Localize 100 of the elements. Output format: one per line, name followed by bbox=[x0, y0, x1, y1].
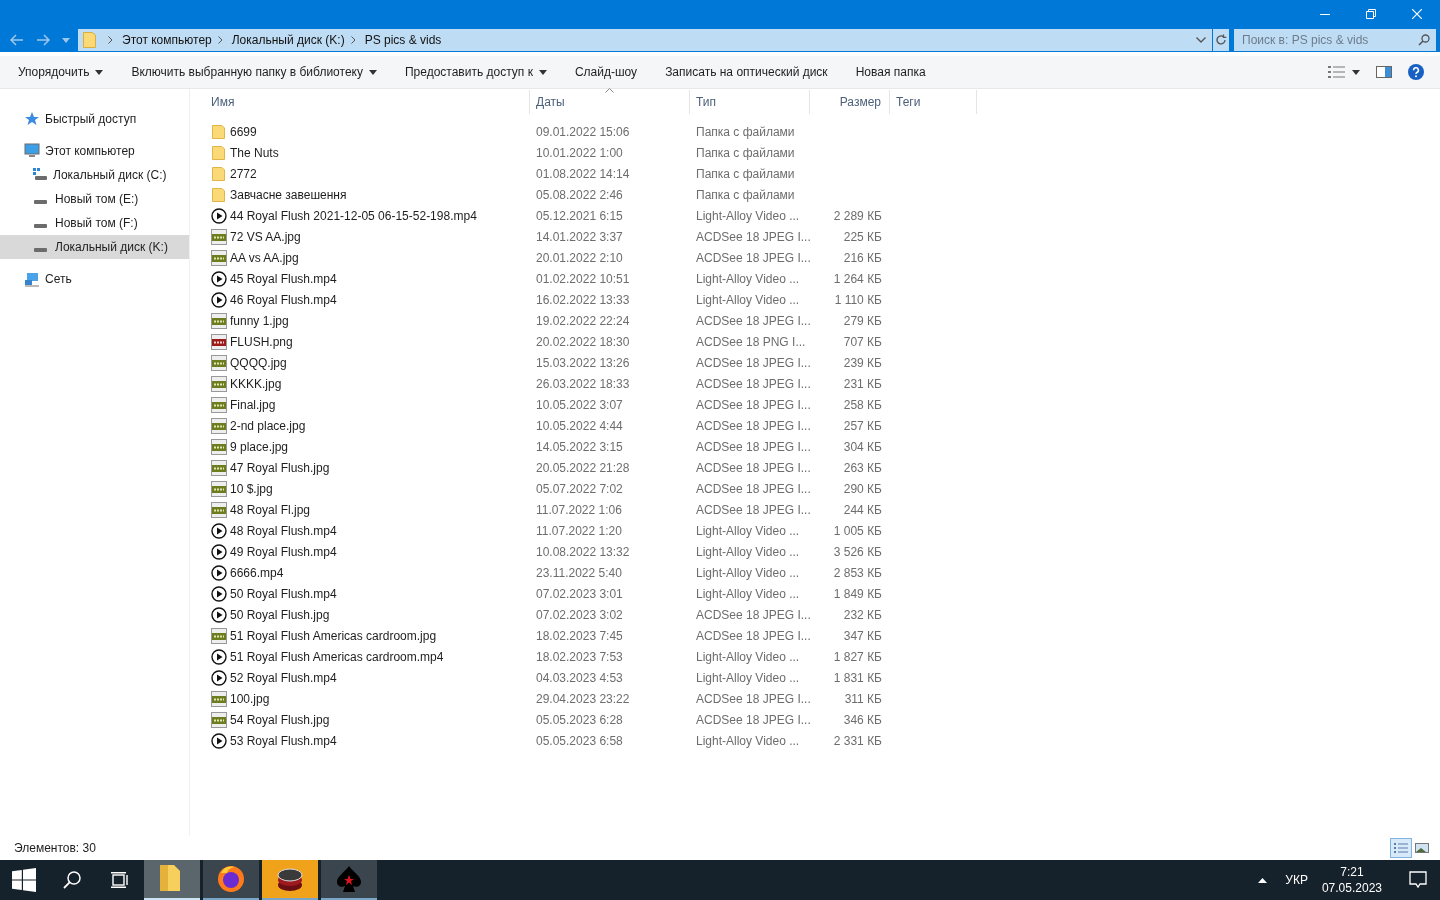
type-cell-text: Light-Alloy Video ... bbox=[695, 270, 801, 288]
file-name[interactable]: Завчасне завешення bbox=[230, 187, 347, 202]
column-header[interactable]: Даты bbox=[530, 90, 690, 114]
refresh-icon[interactable] bbox=[1215, 34, 1227, 46]
file-name[interactable]: 52 Royal Flush.mp4 bbox=[230, 670, 337, 685]
search-icon[interactable] bbox=[63, 871, 81, 889]
drive-icon bbox=[34, 224, 47, 228]
navigation-item[interactable]: Этот компьютер bbox=[0, 139, 189, 163]
file-name[interactable]: The Nuts bbox=[230, 145, 279, 160]
file-name[interactable]: 45 Royal Flush.mp4 bbox=[230, 271, 337, 286]
folder-icon bbox=[211, 144, 227, 161]
date-cell-text: 04.03.2023 4:53 bbox=[535, 669, 624, 687]
toolbar-button[interactable]: Новая папка bbox=[845, 61, 936, 83]
taskbar-button[interactable] bbox=[321, 860, 377, 900]
file-name[interactable]: 54 Royal Flush.jpg bbox=[230, 712, 330, 727]
date-cell-text: 10.08.2022 13:32 bbox=[535, 543, 631, 561]
file-name[interactable]: 51 Royal Flush Americas cardroom.mp4 bbox=[230, 649, 444, 664]
date-cell-text: 26.03.2022 18:33 bbox=[535, 375, 631, 393]
close-icon[interactable] bbox=[1412, 9, 1422, 19]
caret-icon[interactable] bbox=[62, 37, 70, 43]
type-cell-text: ACDSee 18 JPEG I... bbox=[695, 438, 810, 456]
file-name[interactable]: 6666.mp4 bbox=[230, 565, 284, 580]
date-cell-text: 11.07.2022 1:20 bbox=[535, 522, 623, 540]
column-header[interactable]: Теги bbox=[890, 90, 977, 114]
toolbar-button[interactable]: Предоставить доступ к bbox=[394, 61, 557, 83]
breadcrumb-item[interactable]: PS pics & vids bbox=[364, 33, 442, 47]
navigation-item[interactable]: Новый том (F:) bbox=[0, 211, 189, 235]
chevron-down-icon[interactable] bbox=[1196, 37, 1206, 43]
type-cell-text: Light-Alloy Video ... bbox=[695, 585, 801, 603]
notification-icon[interactable] bbox=[1409, 871, 1427, 889]
navigation-item[interactable]: Новый том (E:) bbox=[0, 187, 189, 211]
clock[interactable]: 7:21 07.05.2023 bbox=[1321, 864, 1382, 896]
file-name[interactable]: KKKK.jpg bbox=[230, 376, 282, 391]
play-circle-icon bbox=[211, 732, 227, 749]
file-name[interactable]: 49 Royal Flush.mp4 bbox=[230, 544, 337, 559]
column-header[interactable]: Тип bbox=[690, 90, 810, 114]
file-name[interactable]: 2-nd place.jpg bbox=[230, 418, 306, 433]
task-view-icon[interactable] bbox=[111, 872, 129, 888]
type-cell-text: Light-Alloy Video ... bbox=[695, 291, 801, 309]
date-cell-text: 05.12.2021 6:15 bbox=[535, 207, 624, 225]
toolbar-button[interactable]: Включить выбранную папку в библиотеку bbox=[121, 61, 387, 83]
thumbnail-view-icon[interactable] bbox=[1414, 840, 1432, 856]
breadcrumb-item[interactable]: Этот компьютер bbox=[122, 33, 212, 47]
taskbar-button[interactable] bbox=[262, 860, 318, 900]
column-header[interactable]: Имя bbox=[203, 90, 530, 114]
file-name[interactable]: 44 Royal Flush 2021-12-05 06-15-52-198.mp4 bbox=[230, 208, 477, 223]
navigation-item[interactable]: Локальный диск (C:) bbox=[0, 163, 189, 187]
breadcrumb-item[interactable]: Локальный диск (K:) bbox=[231, 33, 345, 47]
navigation-item[interactable]: Быстрый доступ bbox=[0, 107, 189, 131]
caret-icon bbox=[1352, 69, 1360, 75]
file-name[interactable]: Final.jpg bbox=[230, 397, 276, 412]
file-name[interactable]: 50 Royal Flush.mp4 bbox=[230, 586, 337, 601]
file-name[interactable]: 2772 bbox=[230, 166, 257, 181]
file-name[interactable]: AA vs AA.jpg bbox=[230, 250, 299, 265]
file-name[interactable]: 10 $.jpg bbox=[230, 481, 273, 496]
back-arrow-icon[interactable] bbox=[10, 34, 24, 46]
date-cell-text: 05.08.2022 2:46 bbox=[535, 186, 624, 204]
file-name[interactable]: 50 Royal Flush.jpg bbox=[230, 607, 330, 622]
date-cell-text: 20.05.2022 21:28 bbox=[535, 459, 631, 477]
type-cell-text: ACDSee 18 JPEG I... bbox=[695, 690, 810, 708]
toolbar-button[interactable]: Записать на оптический диск bbox=[655, 61, 838, 83]
column-header[interactable]: Размер bbox=[810, 90, 890, 114]
file-name[interactable]: funny 1.jpg bbox=[230, 313, 289, 328]
restore-icon[interactable] bbox=[1366, 9, 1376, 19]
details-view-icon[interactable] bbox=[1392, 840, 1410, 856]
file-name[interactable]: 51 Royal Flush Americas cardroom.jpg bbox=[230, 628, 437, 643]
file-name[interactable]: 72 VS AA.jpg bbox=[230, 229, 301, 244]
forward-arrow-icon[interactable] bbox=[36, 34, 50, 46]
file-name[interactable]: 100.jpg bbox=[230, 691, 270, 706]
navigation-item[interactable]: Локальный диск (K:) bbox=[0, 235, 189, 259]
date-cell-text: 15.03.2022 13:26 bbox=[535, 354, 631, 372]
type-cell-text: Папка с файлами bbox=[695, 165, 796, 183]
folder-icon bbox=[211, 186, 227, 203]
date-cell-text: 20.01.2022 2:10 bbox=[535, 249, 624, 267]
file-name[interactable]: 46 Royal Flush.mp4 bbox=[230, 292, 337, 307]
toolbar-button[interactable]: Упорядочить bbox=[8, 61, 114, 83]
help-icon[interactable] bbox=[1408, 64, 1424, 80]
file-name[interactable]: 48 Royal Fl.jpg bbox=[230, 502, 311, 517]
size-cell-text: 1 005 КБ bbox=[832, 522, 883, 540]
date-cell-text: 07.02.2023 3:01 bbox=[535, 585, 624, 603]
image-file-icon bbox=[211, 417, 227, 434]
image-file-icon bbox=[211, 312, 227, 329]
address-bar[interactable]: Этот компьютер Локальный диск (K:) PS pics & vids bbox=[78, 29, 1212, 51]
size-cell-text: 707 КБ bbox=[842, 333, 883, 351]
toolbar-button[interactable]: Слайд-шоу bbox=[564, 61, 648, 83]
file-name[interactable]: FLUSH.png bbox=[230, 334, 293, 349]
language-indicator[interactable]: УКР bbox=[1285, 873, 1308, 887]
search-field[interactable]: Поиск в: PS pics & vids bbox=[1234, 29, 1436, 51]
file-name[interactable]: 9 place.jpg bbox=[230, 439, 289, 454]
file-name[interactable]: 53 Royal Flush.mp4 bbox=[230, 733, 337, 748]
windows-logo-icon[interactable] bbox=[12, 868, 36, 892]
navigation-item[interactable]: Сеть bbox=[0, 267, 189, 291]
file-name[interactable]: 6699 bbox=[230, 124, 257, 139]
file-name[interactable]: 48 Royal Flush.mp4 bbox=[230, 523, 337, 538]
type-cell-text: ACDSee 18 JPEG I... bbox=[695, 249, 810, 267]
chevron-up-icon[interactable] bbox=[1258, 877, 1268, 883]
taskbar-button[interactable] bbox=[203, 860, 259, 900]
file-name[interactable]: 47 Royal Flush.jpg bbox=[230, 460, 330, 475]
file-name[interactable]: QQQQ.jpg bbox=[230, 355, 287, 370]
preview-pane-icon[interactable] bbox=[1376, 66, 1392, 78]
